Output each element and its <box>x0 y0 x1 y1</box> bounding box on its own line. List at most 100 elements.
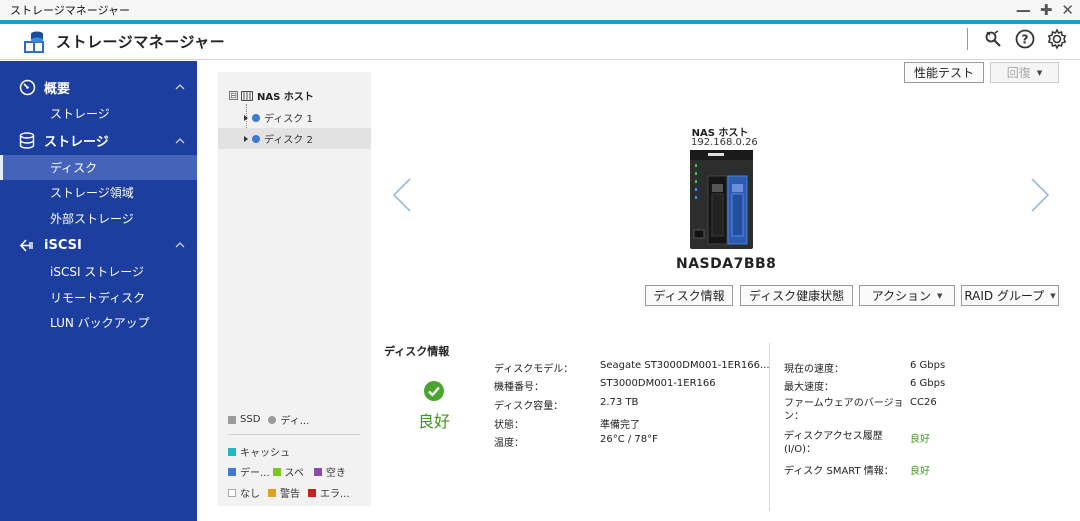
current-speed-value: 6 Gbps <box>910 360 946 371</box>
model-number-label: 機種番号： <box>494 382 544 393</box>
tree-root-nas-host[interactable]: ⊟ NAS ホスト <box>229 88 314 103</box>
status-ok-check-icon <box>424 381 444 401</box>
help-icon[interactable]: ? <box>1014 28 1036 50</box>
sidebar-item-iscsi-storage[interactable]: iSCSI ストレージ <box>0 259 197 285</box>
state-value: 準備完了 <box>600 420 640 431</box>
legend-swatch <box>228 488 236 497</box>
legend-label: なし <box>240 489 260 500</box>
previous-arrow-icon[interactable] <box>392 178 412 212</box>
app-header: ストレージマネージャー ? <box>0 24 1080 60</box>
tree-item-label: ディスク 1 <box>264 114 313 125</box>
current-speed-label: 現在の速度： <box>784 364 844 375</box>
legend-divider <box>228 434 360 435</box>
disk-model-value: Seagate ST3000DM001-1ER166... <box>600 360 770 371</box>
legend-label: ディ... <box>280 416 310 427</box>
legend-label: スペ <box>284 468 304 479</box>
legend-swatch <box>228 447 236 456</box>
expand-arrow-icon[interactable] <box>244 114 248 121</box>
svg-text:?: ? <box>1022 33 1029 47</box>
firmware-version-label: ファームウェアのバージョン： <box>784 398 904 422</box>
sidebar-section-label: iSCSI <box>44 237 82 253</box>
legend-swatch <box>272 467 281 476</box>
iscsi-arrow-icon <box>18 236 36 254</box>
caret-down-icon: ▼ <box>1036 68 1043 77</box>
performance-test-button[interactable]: 性能テスト <box>904 62 984 83</box>
legend-usage-row-2: なし 警告 エラ... <box>228 485 350 500</box>
chevron-up-icon[interactable] <box>175 240 185 250</box>
info-divider <box>769 343 770 511</box>
database-icon <box>18 132 36 150</box>
disk-smart-info-value: 良好 <box>910 466 930 477</box>
sidebar-section-overview[interactable]: 概要 <box>0 73 197 101</box>
sidebar-item-remote-disk[interactable]: リモートディスク <box>0 285 197 311</box>
device-ip: 192.168.0.26 <box>691 137 758 148</box>
window-title: ストレージマネージャー <box>10 4 131 17</box>
minimize-icon[interactable]: — <box>1016 1 1031 19</box>
device-model: NASDA7BB8 <box>676 256 777 272</box>
disk-info-title: ディスク情報 <box>384 345 450 358</box>
disk-tree-panel: ⊟ NAS ホスト ディスク 1 ディスク 2 SSD ディ... キャッシュ … <box>218 72 371 506</box>
app-title: ストレージマネージャー <box>56 33 226 51</box>
disk-smart-info-label: ディスク SMART 情報： <box>784 466 894 477</box>
sidebar: 概要 ストレージ ストレージ ディスク ストレージ領域 外部ストレージ iSCS… <box>0 61 197 521</box>
window-titlebar: ストレージマネージャー — ✚ ✕ <box>0 0 1080 20</box>
temperature-value: 26°C / 78°F <box>600 434 658 445</box>
recover-label: 回復 <box>1006 66 1031 80</box>
sidebar-item-lun-backup[interactable]: LUN バックアップ <box>0 310 197 336</box>
disk-health-button[interactable]: ディスク健康状態 <box>740 285 853 306</box>
raid-group-dropdown-button[interactable]: RAID グループ ▼ <box>961 285 1059 306</box>
sidebar-section-storage[interactable]: ストレージ <box>0 127 197 155</box>
disk-capacity-label: ディスク容量： <box>494 401 564 412</box>
debug-tool-icon[interactable] <box>982 28 1004 50</box>
legend-label: SSD <box>240 414 261 425</box>
tree-item-disk-2[interactable]: ディスク 2 <box>218 128 371 149</box>
sidebar-item-disks[interactable]: ディスク <box>0 154 197 180</box>
raid-group-label: RAID グループ <box>964 289 1045 303</box>
legend-swatch <box>313 467 322 476</box>
nas-host-icon <box>241 90 253 101</box>
disk-access-history-label: ディスクアクセス履歴 (I/O)： <box>784 431 883 455</box>
settings-gear-icon[interactable] <box>1046 28 1068 50</box>
legend-label: エラ... <box>320 489 350 500</box>
nas-device-image[interactable] <box>690 150 753 249</box>
disk-access-history-value: 良好 <box>910 434 930 445</box>
ssd-square-icon <box>228 415 236 424</box>
sidebar-item-storage-overview[interactable]: ストレージ <box>0 101 197 127</box>
sidebar-section-iscsi[interactable]: iSCSI <box>0 231 197 259</box>
legend-cache: キャッシュ <box>228 444 290 459</box>
chevron-up-icon[interactable] <box>175 136 185 146</box>
sidebar-section-label: 概要 <box>44 81 71 97</box>
legend-label: 空き <box>325 468 346 479</box>
caret-down-icon: ▼ <box>937 291 943 300</box>
maximize-icon[interactable]: ✚ <box>1040 1 1053 19</box>
caret-down-icon: ▼ <box>1050 291 1056 300</box>
close-icon[interactable]: ✕ <box>1061 1 1074 19</box>
action-label: アクション <box>871 289 931 303</box>
chevron-up-icon[interactable] <box>175 82 185 92</box>
legend-usage-row-1: デー... スペ 空き <box>228 464 346 479</box>
disk-capacity-value: 2.73 TB <box>600 397 639 408</box>
sidebar-item-external-storage[interactable]: 外部ストレージ <box>0 206 197 232</box>
next-arrow-icon[interactable] <box>1030 178 1050 212</box>
disk-circle-icon <box>268 415 277 424</box>
legend-swatch <box>268 488 276 497</box>
expand-arrow-icon[interactable] <box>244 135 248 142</box>
legend-swatch <box>308 488 316 497</box>
collapse-toggle-icon[interactable]: ⊟ <box>229 91 238 100</box>
model-number-value: ST3000DM001-1ER166 <box>600 378 716 389</box>
sidebar-section-label: ストレージ <box>44 135 109 150</box>
max-speed-label: 最大速度： <box>784 382 834 393</box>
recover-dropdown-button[interactable]: 回復 ▼ <box>990 62 1059 83</box>
dashboard-gauge-icon <box>18 78 36 96</box>
legend-label: キャッシュ <box>240 448 290 459</box>
disk-status-text: 良好 <box>418 412 451 431</box>
disk-status-dot-icon <box>252 113 260 122</box>
legend-disk-types: SSD ディ... <box>228 412 309 427</box>
firmware-version-value: CC26 <box>910 397 937 408</box>
sidebar-item-storage-space[interactable]: ストレージ領域 <box>0 180 197 206</box>
action-dropdown-button[interactable]: アクション ▼ <box>859 285 955 306</box>
disk-status-dot-icon <box>252 134 260 143</box>
tree-item-label: ディスク 2 <box>264 135 313 146</box>
disk-info-button[interactable]: ディスク情報 <box>645 285 733 306</box>
tree-item-disk-1[interactable]: ディスク 1 <box>218 107 371 128</box>
